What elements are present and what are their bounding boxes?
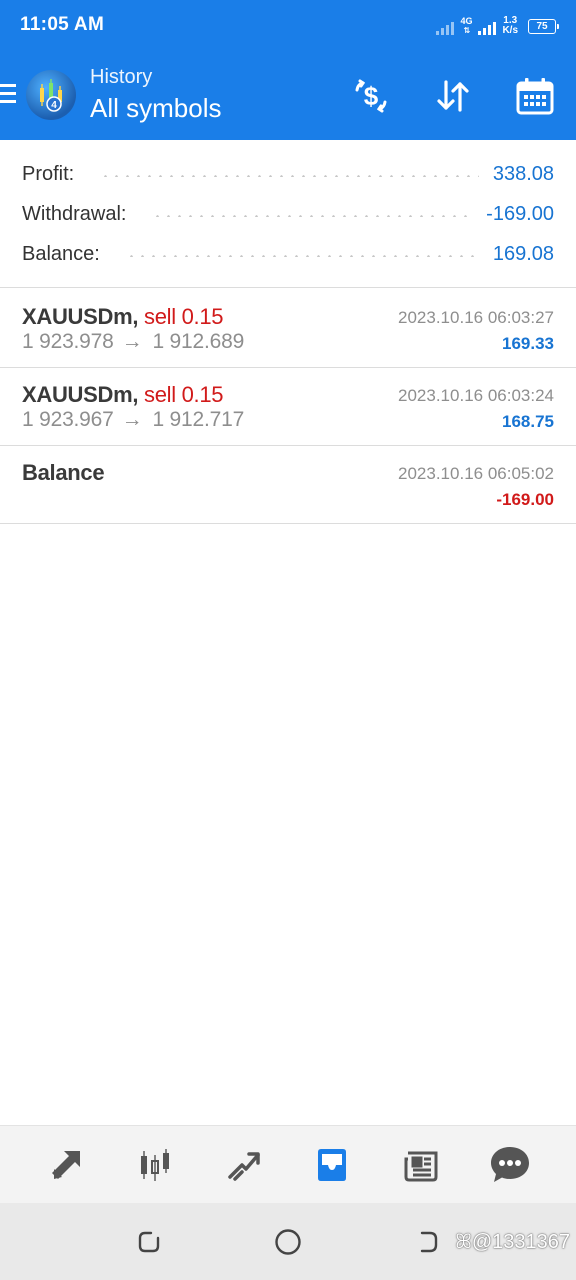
signal-weak-icon: [436, 17, 455, 35]
summary-label: Profit:: [22, 162, 75, 185]
deal-symbol: Balance: [22, 460, 105, 485]
page-title: All symbols: [90, 93, 222, 123]
watermark-logo-icon: ꕤ: [455, 1231, 472, 1253]
trade-icon[interactable]: [214, 1135, 274, 1195]
watermark-text: @1331367: [471, 1231, 570, 1253]
deal-title: XAUUSDm, sell 0.15: [22, 304, 224, 330]
summary-panel: Profit: 338.08 Withdrawal: -169.00 Balan…: [0, 140, 576, 288]
deal-prices: 1 923.967 → 1 912.717: [22, 408, 244, 432]
history-icon[interactable]: [302, 1135, 362, 1195]
open-price: 1 923.967: [22, 408, 114, 431]
arrow-icon: →: [121, 408, 143, 431]
watermark: ꕤ@1331367: [455, 1231, 570, 1254]
summary-label: Balance:: [22, 242, 100, 265]
status-indicators: 4G ⇅ 1.3 K/s 75: [436, 13, 559, 39]
summary-row-withdrawal: Withdrawal: -169.00: [22, 194, 554, 234]
deal-type: sell 0.15: [144, 304, 224, 329]
status-time: 11:05 AM: [20, 14, 105, 35]
deal-title: XAUUSDm, sell 0.15: [22, 382, 224, 408]
deal-row[interactable]: XAUUSDm, sell 0.15 1 923.978 → 1 912.689 2…: [0, 290, 576, 368]
recent-apps-icon[interactable]: [132, 1225, 166, 1259]
sort-icon[interactable]: [412, 74, 494, 118]
deal-symbol: XAUUSDm,: [22, 382, 139, 407]
deal-title: Balance: [22, 460, 105, 486]
news-icon[interactable]: [391, 1135, 451, 1195]
summary-value: -169.00: [486, 202, 554, 225]
home-icon[interactable]: [271, 1225, 305, 1259]
summary-row-profit: Profit: 338.08: [22, 154, 554, 194]
dotted-leader: [125, 255, 479, 257]
deal-profit: 169.33: [502, 334, 554, 353]
deposit-dollar-icon[interactable]: $: [330, 74, 412, 118]
svg-text:$: $: [364, 81, 379, 111]
summary-value: 338.08: [492, 162, 554, 185]
close-price: 1 912.717: [152, 408, 245, 431]
deal-profit: 168.75: [502, 412, 554, 431]
app-logo: 4: [26, 70, 76, 120]
deal-symbol: XAUUSDm,: [22, 304, 139, 329]
close-price: 1 912.689: [152, 330, 245, 353]
system-nav-bar: ꕤ@1331367: [0, 1203, 576, 1280]
quotes-icon[interactable]: [36, 1135, 96, 1195]
toolbar-actions: $: [330, 74, 576, 118]
menu-icon[interactable]: [0, 84, 16, 106]
chat-icon[interactable]: [480, 1135, 540, 1195]
dotted-leader: [152, 215, 473, 217]
summary-value: 169.08: [492, 242, 554, 265]
balance-row[interactable]: Balance 2023.10.16 06:05:02 -169.00: [0, 446, 576, 524]
app-bar: 4 History All symbols $: [0, 52, 576, 140]
deal-time: 2023.10.16 06:05:02: [398, 464, 554, 483]
deal-type: sell 0.15: [144, 382, 224, 407]
page-subtitle: History: [90, 66, 153, 88]
signal-strong-icon: [478, 17, 497, 35]
calendar-icon[interactable]: [494, 74, 576, 118]
deal-time: 2023.10.16 06:03:24: [398, 386, 554, 405]
status-bar: 11:05 AM 4G ⇅ 1.3 K/s 75: [0, 0, 576, 52]
title-block[interactable]: History All symbols: [90, 66, 221, 124]
dotted-leader: [100, 175, 479, 177]
deal-row[interactable]: XAUUSDm, sell 0.15 1 923.967 → 1 912.717 2…: [0, 368, 576, 446]
deal-profit: -169.00: [496, 490, 554, 509]
summary-row-balance: Balance: 169.08: [22, 234, 554, 274]
battery-level: 75: [536, 20, 548, 32]
arrow-icon: →: [121, 330, 143, 353]
back-icon[interactable]: [410, 1225, 444, 1259]
chart-icon[interactable]: [125, 1135, 185, 1195]
network-speed: 1.3 K/s: [502, 15, 518, 36]
battery-icon: 75: [528, 18, 559, 34]
open-price: 1 923.978: [22, 330, 114, 353]
svg-text:4: 4: [51, 100, 57, 111]
network-type: 4G ⇅: [460, 16, 473, 36]
summary-label: Withdrawal:: [22, 202, 127, 225]
bottom-nav: [0, 1125, 576, 1203]
deal-time: 2023.10.16 06:03:27: [398, 308, 554, 327]
deal-prices: 1 923.978 → 1 912.689: [22, 330, 244, 354]
